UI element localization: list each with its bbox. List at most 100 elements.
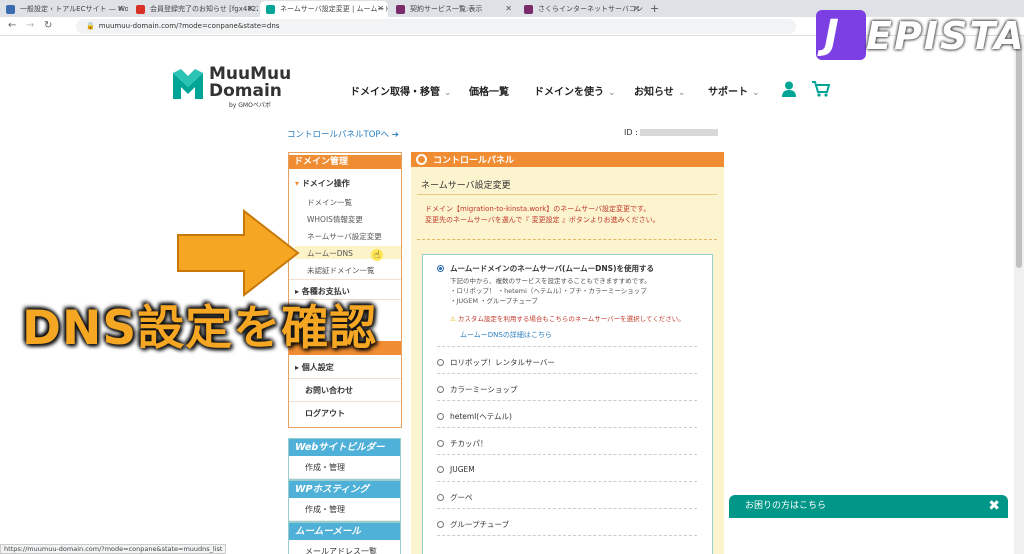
wp-hosting-title: WPホスティング <box>289 481 400 498</box>
browser-tab[interactable]: 会員登録完了のお知らせ [fgx4822... ✕ <box>130 1 258 17</box>
divider <box>437 535 697 536</box>
option-lolipop[interactable]: ロリポップ！レンタルサーバー <box>437 357 555 368</box>
menu-whois[interactable]: WHOIS情報変更 <box>307 214 363 225</box>
forward-icon[interactable]: → <box>26 20 34 31</box>
menu-section-domain-ops[interactable]: ▾ ドメイン操作 <box>295 178 350 189</box>
divider <box>437 400 697 401</box>
divider <box>437 508 697 509</box>
close-tab-icon[interactable]: ✕ <box>505 1 512 17</box>
chevron-down-icon: ⌄ <box>677 88 686 98</box>
gear-icon <box>416 154 427 165</box>
panel-desc-2: 変更先のネームサーバを選んで『 変更設定 』ボタンよりお進みください。 <box>425 216 660 224</box>
cp-top-link[interactable]: コントロールパネルTOPへ ➔ <box>287 128 399 140</box>
divider <box>437 481 697 482</box>
lock-icon: 🔒 <box>86 22 95 30</box>
control-panel-header: コントロールパネル <box>411 152 724 167</box>
option-goope[interactable]: グーペ <box>437 492 473 503</box>
url-field[interactable]: 🔒 muumuu-domain.com/?mode=conpane&state=d… <box>76 19 796 34</box>
website-builder-title: Webサイトビルダー <box>289 439 400 456</box>
option-colorme[interactable]: カラーミーショップ <box>437 384 517 395</box>
scrollbar-thumb[interactable] <box>1016 46 1022 268</box>
close-tab-icon[interactable]: ✕ <box>633 1 640 17</box>
logo-sub: by GMOペパボ <box>229 102 271 109</box>
watermark-text: EPISTA <box>866 14 1024 58</box>
nav-price-list[interactable]: 価格一覧 <box>469 83 509 98</box>
help-chat-button[interactable]: お困りの方はこちら ✖ <box>729 495 1008 518</box>
sakura-favicon-icon <box>524 5 533 14</box>
wordpress-icon <box>6 5 15 14</box>
menu-section-personal[interactable]: ▸ 個人設定 <box>295 362 334 373</box>
radio-checked[interactable] <box>437 265 444 272</box>
warning-text: ⚠ カスタム設定を利用する場合もこちらのネームサーバーを選択してください。 <box>450 315 685 323</box>
divider <box>289 401 401 402</box>
muumuu-logo-icon[interactable] <box>171 67 205 101</box>
radio[interactable] <box>437 440 444 447</box>
website-builder-manage-link[interactable]: 作成・管理 <box>289 456 400 479</box>
user-icon[interactable] <box>782 81 796 101</box>
divider <box>417 239 717 240</box>
option-group-tube[interactable]: グループチューブ <box>437 519 509 530</box>
close-tab-icon[interactable]: ✕ <box>117 1 124 17</box>
option-heteml[interactable]: heteml(ヘテムル) <box>437 411 512 422</box>
nav-support[interactable]: サポート ⌄ <box>708 83 760 98</box>
back-icon[interactable]: ← <box>8 20 16 31</box>
scrollbar[interactable] <box>1014 36 1024 554</box>
status-bar-url: https://muumuu-domain.com/?mode=conpane&… <box>0 544 227 554</box>
menu-muumuu-dns[interactable]: ムームーDNS <box>307 248 353 259</box>
arrow-right-icon <box>176 208 301 298</box>
option-jugem[interactable]: JUGEM <box>437 465 475 474</box>
caption-overlay: DNS設定を確認 <box>22 301 378 356</box>
nav-domain-acquire[interactable]: ドメイン取得・移管 ⌄ <box>350 83 452 98</box>
radio[interactable] <box>437 359 444 366</box>
option-desc-3: ・JUGEM ・グループチューブ <box>450 297 538 305</box>
nameserver-options-box: ムームードメインのネームサーバ(ムームーDNS)を使用する 下記の中から、複数の… <box>422 254 713 554</box>
wp-hosting-manage-link[interactable]: 作成・管理 <box>289 498 400 521</box>
radio[interactable] <box>437 494 444 501</box>
divider <box>289 378 401 379</box>
panel-title: ネームサーバ設定変更 <box>421 181 511 191</box>
muumuu-favicon-icon <box>266 5 275 14</box>
option-muumuu-dns[interactable]: ムームードメインのネームサーバ(ムームーDNS)を使用する <box>437 263 654 274</box>
nav-use-domain[interactable]: ドメインを使う ⌄ <box>534 83 616 98</box>
service-favicon-icon <box>396 5 405 14</box>
reload-icon[interactable]: ↻ <box>44 20 52 31</box>
muumuu-mail-title: ムームーメール <box>289 523 400 540</box>
option-desc-1: 下記の中から、複数のサービスを設定することもできますすめです。 <box>450 277 651 285</box>
section-label: ドメイン操作 <box>301 179 350 188</box>
cart-icon[interactable] <box>812 81 831 101</box>
divider <box>417 194 717 195</box>
website-builder-box: Webサイトビルダー 作成・管理 <box>288 438 401 480</box>
radio[interactable] <box>437 386 444 393</box>
muumuu-dns-detail-link[interactable]: ムームーDNSの詳細はこちら <box>460 330 552 340</box>
radio[interactable] <box>437 466 444 473</box>
new-tab-icon[interactable]: + <box>650 2 659 15</box>
jepista-watermark: J EPISTA <box>816 10 1024 60</box>
chevron-down-icon: ⌄ <box>444 88 452 98</box>
divider <box>437 427 697 428</box>
browser-tab[interactable]: さくらインターネットサーバコントロールパ... ✕ <box>518 1 644 17</box>
control-panel: コントロールパネル ネームサーバ設定変更 ドメイン【migration-to-k… <box>411 152 724 554</box>
menu-logout[interactable]: ログアウト <box>305 408 345 419</box>
gmail-icon <box>136 5 145 14</box>
browser-tab[interactable]: 契約サービス一覧:表示 ✕ <box>390 1 516 17</box>
id-label: ID : <box>624 128 719 137</box>
menu-contact[interactable]: お問い合わせ <box>305 385 353 396</box>
browser-tab-active[interactable]: ネームサーバ設定変更 | ムームードメイン ✕ <box>260 1 388 17</box>
option-chicappa[interactable]: チカッパ！ <box>437 438 488 449</box>
divider <box>437 346 697 347</box>
mail-address-list-link[interactable]: メールアドレス一覧 <box>289 540 400 554</box>
wp-hosting-box: WPホスティング 作成・管理 <box>288 480 401 522</box>
menu-nameserver-settings[interactable]: ネームサーバ設定変更 <box>307 231 382 242</box>
radio[interactable] <box>437 413 444 420</box>
close-icon[interactable]: ✖ <box>988 495 1000 518</box>
close-tab-icon[interactable]: ✕ <box>377 1 384 17</box>
id-value-redacted <box>640 129 719 136</box>
menu-domain-list[interactable]: ドメイン一覧 <box>307 197 352 208</box>
close-tab-icon[interactable]: ✕ <box>247 1 254 17</box>
menu-unverified-domains[interactable]: 未認証ドメイン一覧 <box>307 265 375 276</box>
browser-tab[interactable]: 一般設定 ‹ トアルECサイト — Wor... ✕ <box>0 1 128 17</box>
radio[interactable] <box>437 521 444 528</box>
nav-news[interactable]: お知らせ ⌄ <box>634 83 685 98</box>
divider <box>289 279 401 280</box>
panel-desc-1: ドメイン【migration-to-kinsta.work】のネームサーバ設定変… <box>425 205 651 213</box>
